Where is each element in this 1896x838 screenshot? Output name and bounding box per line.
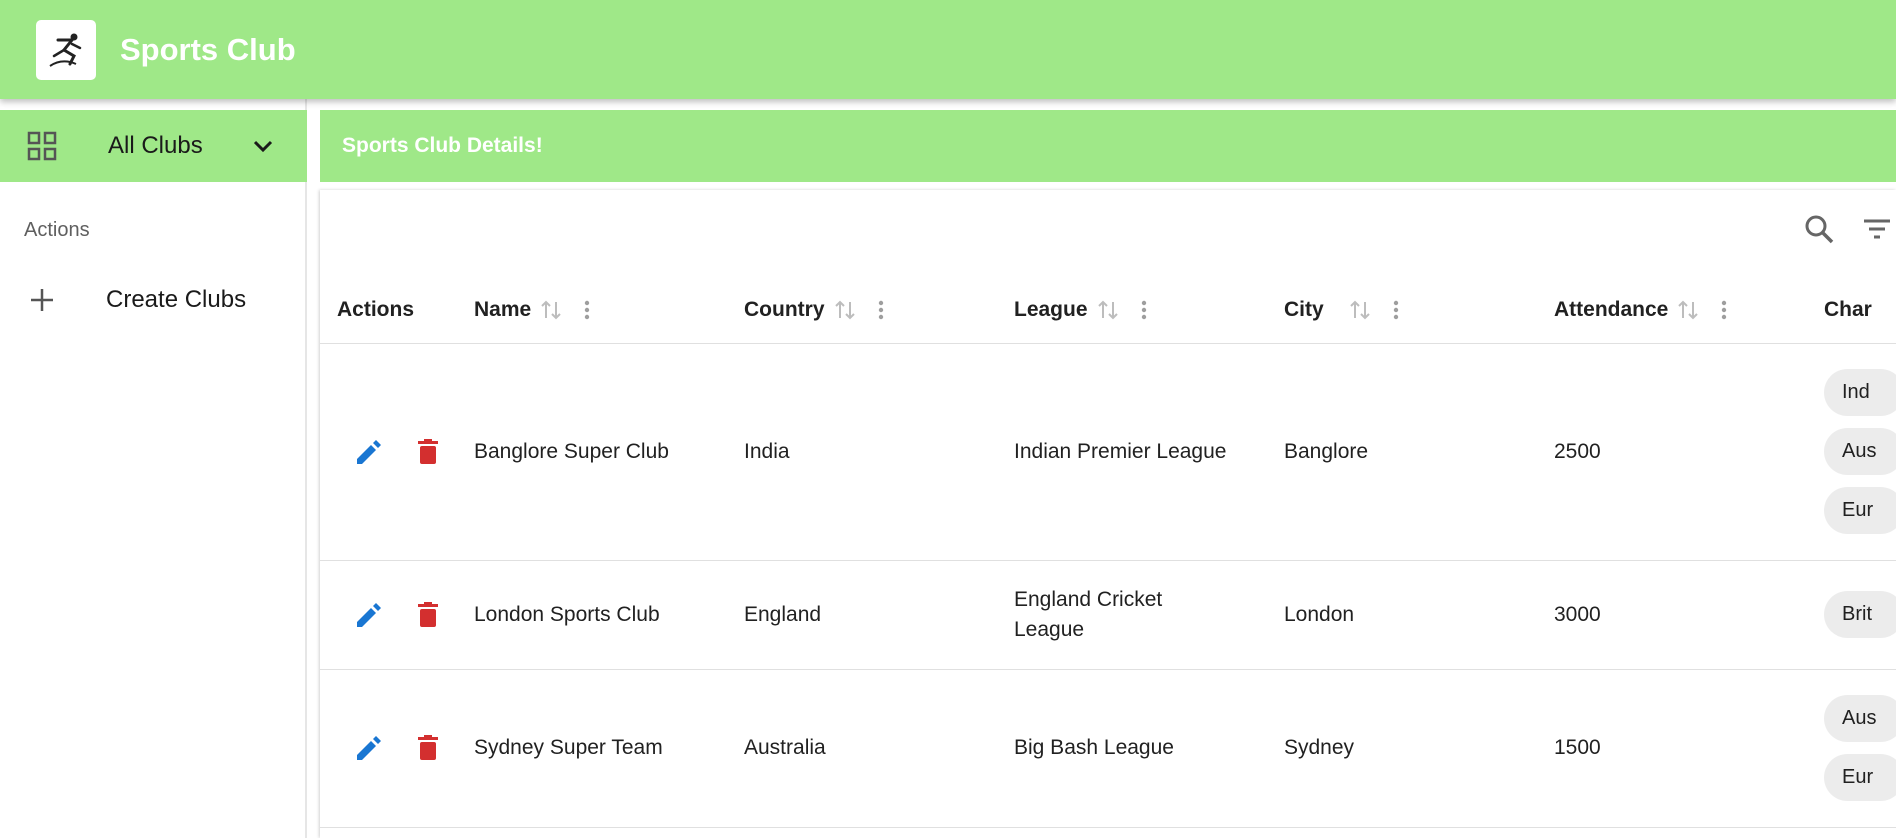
chip: Brit bbox=[1824, 591, 1896, 638]
city-cell: London bbox=[1284, 602, 1355, 626]
search-icon[interactable] bbox=[1802, 212, 1836, 246]
column-header-actions: Actions bbox=[320, 278, 457, 344]
runner-logo-icon bbox=[36, 19, 96, 80]
delete-icon[interactable] bbox=[412, 436, 444, 468]
clubs-table-card: Actions Name Country League City Attenda… bbox=[320, 190, 1896, 838]
column-menu-icon[interactable] bbox=[869, 298, 893, 322]
column-header-city[interactable]: City bbox=[1267, 278, 1537, 344]
actions-section-label: Actions bbox=[24, 219, 90, 241]
chip: Aus bbox=[1824, 428, 1896, 475]
league-cell: Indian Premier League bbox=[1014, 439, 1227, 463]
chip: Eur bbox=[1824, 487, 1896, 534]
country-cell: England bbox=[744, 602, 822, 626]
sidebar-item-create-clubs[interactable]: Create Clubs bbox=[0, 265, 305, 335]
city-cell: Banglore bbox=[1284, 439, 1369, 463]
column-header-char[interactable]: Char bbox=[1807, 278, 1896, 344]
sort-icon[interactable] bbox=[1096, 298, 1120, 322]
edit-icon[interactable] bbox=[352, 732, 384, 764]
country-cell: Australia bbox=[744, 736, 826, 759]
city-cell: Sydney bbox=[1284, 736, 1355, 759]
edit-icon[interactable] bbox=[352, 599, 384, 631]
all-clubs-dropdown[interactable]: All Clubs bbox=[0, 110, 307, 182]
column-menu-icon[interactable] bbox=[1384, 298, 1408, 322]
column-menu-icon[interactable] bbox=[1132, 298, 1156, 322]
club-name-cell: Sydney Super Team bbox=[474, 736, 663, 759]
sort-icon[interactable] bbox=[833, 298, 857, 322]
sort-icon[interactable] bbox=[539, 298, 563, 322]
details-header: Sports Club Details! bbox=[320, 110, 1896, 182]
column-header-name[interactable]: Name bbox=[457, 278, 727, 344]
column-header-attendance[interactable]: Attendance bbox=[1537, 278, 1807, 344]
chip: Aus bbox=[1824, 695, 1896, 742]
table-header-row: Actions Name Country League City Attenda… bbox=[320, 278, 1896, 344]
country-cell: India bbox=[744, 439, 790, 463]
filter-icon[interactable] bbox=[1860, 212, 1894, 246]
league-cell: Big Bash League bbox=[1014, 736, 1174, 759]
attendance-cell: 3000 bbox=[1554, 602, 1601, 626]
table-row: London Sports Club England England Crick… bbox=[320, 560, 1896, 670]
attendance-cell: 1500 bbox=[1554, 736, 1601, 759]
delete-icon[interactable] bbox=[412, 599, 444, 631]
page-title: Sports Club Details! bbox=[342, 134, 543, 157]
plus-icon bbox=[26, 284, 58, 316]
column-menu-icon[interactable] bbox=[575, 298, 599, 322]
all-clubs-label: All Clubs bbox=[108, 132, 203, 159]
chevron-down-icon bbox=[249, 132, 277, 160]
sort-icon[interactable] bbox=[1348, 298, 1372, 322]
club-name-cell: Banglore Super Club bbox=[474, 439, 669, 463]
chip: Ind bbox=[1824, 369, 1896, 416]
club-name-cell: London Sports Club bbox=[474, 602, 660, 626]
delete-icon[interactable] bbox=[412, 732, 444, 764]
table-row: Banglore Super Club India Indian Premier… bbox=[320, 343, 1896, 561]
clubs-table: Actions Name Country League City Attenda… bbox=[320, 278, 1896, 828]
app-title: Sports Club bbox=[120, 31, 296, 67]
sort-icon[interactable] bbox=[1676, 298, 1700, 322]
column-header-league[interactable]: League bbox=[997, 278, 1267, 344]
column-menu-icon[interactable] bbox=[1712, 298, 1736, 322]
league-cell: England Cricket League bbox=[1014, 587, 1163, 641]
main-content: Sports Club Details! Actions Name Countr… bbox=[320, 110, 1896, 838]
chip: Eur bbox=[1824, 754, 1896, 801]
attendance-cell: 2500 bbox=[1554, 439, 1601, 463]
sidebar: All Clubs Actions Create Clubs bbox=[0, 99, 307, 838]
column-header-country[interactable]: Country bbox=[727, 278, 997, 344]
sidebar-item-label: Create Clubs bbox=[106, 286, 247, 313]
table-row: Sydney Super Team Australia Big Bash Lea… bbox=[320, 669, 1896, 828]
edit-icon[interactable] bbox=[352, 436, 384, 468]
app-bar: Sports Club bbox=[0, 0, 1896, 99]
grid-icon bbox=[26, 130, 58, 162]
